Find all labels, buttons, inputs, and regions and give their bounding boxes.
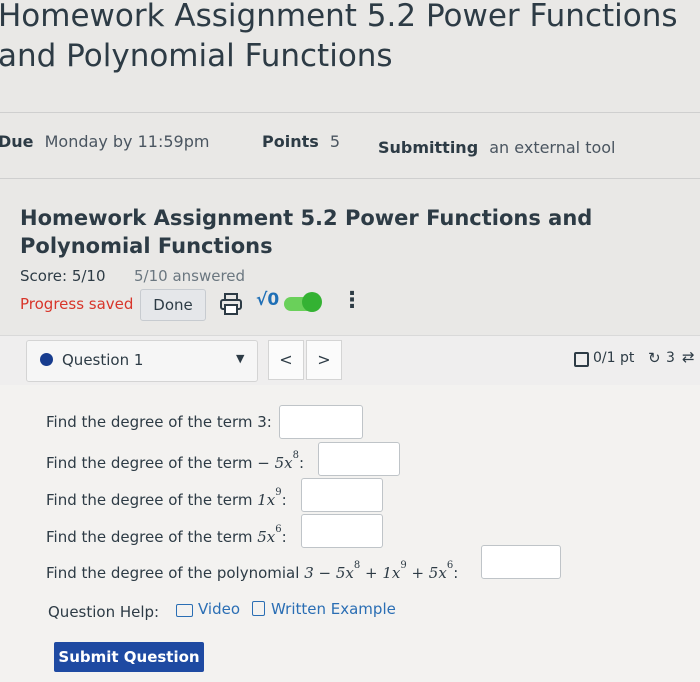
- submitting-info: Submitting an external tool: [378, 138, 616, 157]
- question-line-5: Find the degree of the polynomial 3 − 5x…: [46, 560, 458, 582]
- submit-question-button[interactable]: Submit Question: [54, 642, 204, 672]
- toggle-knob: [302, 292, 322, 312]
- retry-count: 3: [666, 350, 675, 366]
- math-term: 1x: [257, 491, 276, 509]
- new-version-icon[interactable]: ⇄: [682, 348, 695, 366]
- chevron-down-icon: ▼: [236, 352, 245, 365]
- points-label: Points: [262, 132, 319, 151]
- divider: [0, 112, 700, 113]
- done-button[interactable]: Done: [140, 289, 206, 321]
- math-term: + 1x: [360, 564, 401, 582]
- points-value: 5: [329, 132, 341, 151]
- math-term: 3 − 5x: [304, 564, 354, 582]
- video-link[interactable]: Video: [198, 600, 240, 618]
- document-icon[interactable]: [252, 601, 265, 616]
- prompt-text: Find the degree of the term: [46, 491, 253, 509]
- due-label: Due: [0, 132, 34, 151]
- math-term: 5x: [257, 528, 276, 546]
- score-check-icon: [574, 352, 589, 367]
- due-value: Monday by 11:59pm: [44, 132, 210, 151]
- previous-question-button[interactable]: <: [268, 340, 304, 380]
- embed-title: Homework Assignment 5.2 Power Functions …: [20, 206, 593, 258]
- question-status-dot: [40, 353, 53, 366]
- progress-status: Progress saved: [20, 295, 134, 313]
- written-example-link[interactable]: Written Example: [271, 600, 396, 618]
- answer-input-1[interactable]: [279, 405, 363, 439]
- math-entry-icon: √0: [256, 290, 280, 310]
- math-term: + 5x: [406, 564, 447, 582]
- answer-input-5[interactable]: [481, 545, 561, 579]
- print-icon[interactable]: [219, 292, 243, 316]
- prompt-text: Find the degree of the term: [46, 454, 253, 472]
- question-help-label: Question Help:: [48, 603, 160, 621]
- colon: :: [453, 564, 459, 582]
- submitting-value: an external tool: [489, 138, 616, 157]
- due-info: Due Monday by 11:59pm: [0, 132, 209, 151]
- submitting-label: Submitting: [378, 138, 479, 157]
- next-question-button[interactable]: >: [306, 340, 342, 380]
- colon: :: [281, 491, 287, 509]
- question-line-1: Find the degree of the term 3:: [46, 413, 272, 431]
- question-selector-label: Question 1: [62, 351, 144, 369]
- answer-input-4[interactable]: [301, 514, 383, 548]
- score-text: Score: 5/10: [20, 267, 106, 285]
- question-line-2: Find the degree of the term − 5x8:: [46, 450, 304, 472]
- more-options-icon[interactable]: ⋮: [341, 288, 363, 313]
- points-info: Points 5: [262, 132, 340, 151]
- question-points: 0/1 pt: [593, 350, 635, 366]
- prompt-text: Find the degree of the polynomial: [46, 564, 300, 582]
- answer-input-2[interactable]: [318, 442, 400, 476]
- retry-icon: ↻: [648, 349, 661, 367]
- video-icon[interactable]: [176, 604, 193, 617]
- prompt-text: Find the degree of the term: [46, 528, 253, 546]
- answered-count: 5/10 answered: [134, 267, 246, 285]
- question-line-4: Find the degree of the term 5x6:: [46, 524, 287, 546]
- divider: [0, 178, 700, 179]
- colon: :: [298, 454, 305, 472]
- question-line-3: Find the degree of the term 1x9:: [46, 487, 287, 509]
- answer-input-3[interactable]: [301, 478, 383, 512]
- colon: :: [281, 528, 287, 546]
- math-term: − 5x: [257, 454, 293, 472]
- page-title: Homework Assignment 5.2 Power Functions …: [0, 0, 678, 74]
